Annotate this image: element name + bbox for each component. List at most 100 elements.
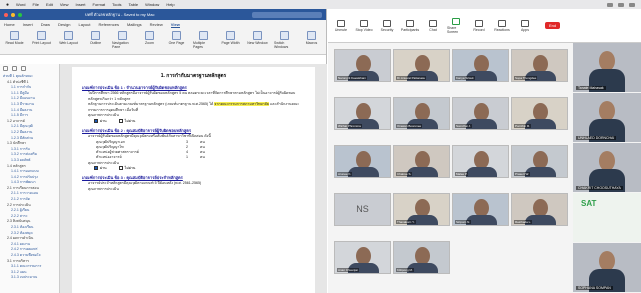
speaker-video[interactable]: Tanate Mahasak <box>573 43 641 92</box>
participant-tile[interactable]: Sopa Thongdee <box>511 49 568 82</box>
menu-table[interactable]: Table <box>129 2 139 7</box>
document-page[interactable]: 1. การกำกับมาตรฐานหลักสูตร เกณฑ์การประเม… <box>72 67 315 293</box>
participant-tile[interactable]: Arunee K. <box>334 145 391 178</box>
menu-help[interactable]: Help <box>166 2 174 7</box>
nav-heading-item[interactable]: 3.1.3 งบประมาณ <box>3 275 56 281</box>
participant-initials: NS <box>356 204 369 214</box>
checked-box-icon <box>94 119 98 124</box>
new-window-button[interactable]: New Window <box>247 31 268 45</box>
share-screen-button[interactable]: Share Screen <box>447 17 465 34</box>
search-field[interactable] <box>252 11 322 18</box>
participant-tile[interactable]: Orawan Boonmee <box>393 97 450 130</box>
speaker-video[interactable]: CHAKRIT CHOOSUTHAYA <box>573 143 641 192</box>
mute-button[interactable]: Unmute <box>332 19 350 32</box>
tab-mailings[interactable]: Mailings <box>127 22 142 27</box>
menu-window[interactable]: Window <box>145 2 159 7</box>
participant-name: Sopa Thongdee <box>514 76 538 80</box>
clock-icon[interactable] <box>629 2 635 7</box>
participant-tile[interactable]: Prasert W. <box>511 145 568 178</box>
reactions-button[interactable]: Reactions <box>493 19 511 32</box>
wifi-icon[interactable] <box>607 2 613 7</box>
battery-icon[interactable] <box>618 2 624 7</box>
chat-button[interactable]: Chat <box>424 19 442 32</box>
one-page-button[interactable]: One Page <box>166 31 187 45</box>
menu-word[interactable]: Word <box>16 2 25 7</box>
maximize-icon[interactable] <box>18 12 22 17</box>
page-width-icon <box>226 31 235 40</box>
menu-tools[interactable]: Tools <box>112 2 121 7</box>
pass-option[interactable]: ผ่าน <box>94 119 107 124</box>
fail-option[interactable]: ไม่ผ่าน <box>118 119 135 124</box>
thumbnails-view-icon[interactable] <box>12 66 17 71</box>
menu-view[interactable]: View <box>60 2 69 7</box>
participant-name: Narongrit Kaewkham <box>337 76 368 80</box>
tab-references[interactable]: References <box>99 22 119 27</box>
participant-tile[interactable]: Ratchada L. <box>511 193 568 226</box>
tab-view[interactable]: View <box>170 22 180 28</box>
participant-tile[interactable]: Thanakorn Y. <box>393 193 450 226</box>
speaker-avatar <box>599 51 615 71</box>
menu-file[interactable]: File <box>33 2 39 7</box>
video-button[interactable]: Stop Video <box>355 19 373 32</box>
web-layout-button[interactable]: Web Layout <box>58 31 79 45</box>
participant-tile[interactable]: Dr.Anuwat Pattanasu <box>393 49 450 82</box>
participant-tile[interactable]: Kanya Srisuk <box>452 49 509 82</box>
macros-button[interactable]: Macros <box>301 31 322 45</box>
fail-option[interactable]: ไม่ผ่าน <box>118 166 135 171</box>
search-icon[interactable] <box>21 66 26 71</box>
participant-tile[interactable]: Anan Chuenjai <box>334 241 391 274</box>
tab-draw[interactable]: Draw <box>41 22 50 27</box>
apple-icon[interactable]: ● <box>6 2 9 8</box>
participants-button[interactable]: Participants <box>401 19 419 32</box>
security-button[interactable]: Security <box>378 19 396 32</box>
tab-review[interactable]: Review <box>150 22 163 27</box>
print-layout-button[interactable]: Print Layout <box>31 31 52 45</box>
participant-tile[interactable]: Wichai Phromma <box>334 97 391 130</box>
close-icon[interactable] <box>4 12 8 17</box>
participant-tile[interactable]: Somchai J. <box>452 97 509 130</box>
menu-insert[interactable]: Insert <box>75 2 85 7</box>
participant-name: Somchai J. <box>455 124 472 128</box>
menu-edit[interactable]: Edit <box>46 2 53 7</box>
criterion-1-text: ในปีการศึกษา 2566 หลักสูตรมีอาจารย์ผู้รั… <box>88 91 296 101</box>
speaker-video[interactable]: SOPHANA SOMPAN <box>573 243 641 292</box>
end-meeting-button[interactable]: End <box>545 22 561 29</box>
tab-home[interactable]: Home <box>4 22 15 27</box>
evidence-text: หลักฐานการประเมินตามเกณฑ์มาตรฐานหลักสูตร… <box>88 102 305 113</box>
outline-button[interactable]: Outline <box>85 31 106 45</box>
tab-layout[interactable]: Layout <box>78 22 90 27</box>
page-width-button[interactable]: Page Width <box>220 31 241 45</box>
menu-format[interactable]: Format <box>93 2 106 7</box>
record-button[interactable]: Record <box>470 19 488 32</box>
navigation-pane-label: Navigation Pane <box>112 41 129 49</box>
switch-windows-icon <box>280 31 289 40</box>
tab-design[interactable]: Design <box>58 22 70 27</box>
pass-option[interactable]: ผ่าน <box>94 166 107 171</box>
participant-tile[interactable]: Pornthip R. <box>511 97 568 130</box>
tab-insert[interactable]: Insert <box>23 22 33 27</box>
qualification-list: คุณวุฒิปริญญาเอก 3 คน คุณวุฒิปริญญาโท 2 คน ตำแ… <box>82 140 305 161</box>
apps-button[interactable]: Apps <box>516 19 534 32</box>
minimize-icon[interactable] <box>11 12 15 17</box>
participant-tile[interactable]: Siriporn N. <box>452 193 509 226</box>
multiple-pages-button[interactable]: Multiple Pages <box>193 31 214 49</box>
participant-tile[interactable]: Malee P. <box>452 145 509 178</box>
read-mode-label: Read Mode <box>5 41 24 45</box>
participant-tile[interactable]: Kittipong M. <box>393 241 450 274</box>
switch-windows-button[interactable]: Switch Windows <box>274 31 295 49</box>
web-layout-label: Web Layout <box>59 41 78 45</box>
read-mode-button[interactable]: Read Mode <box>4 31 25 45</box>
zoom-toolbar: Unmute Stop Video Security Participants … <box>328 9 641 43</box>
speaker-video[interactable]: UNHLAED DORNCHAI <box>573 93 641 142</box>
zoom-button[interactable]: Zoom <box>139 31 160 45</box>
document-area[interactable]: 1. การกำกับมาตรฐานหลักสูตร เกณฑ์การประเม… <box>60 64 327 293</box>
ribbon-tabs: Home Insert Draw Design Layout Reference… <box>0 20 326 29</box>
evidence-highlight: จากคณะกรรมการสภามหาวิทยาลัย <box>214 102 269 107</box>
navigation-pane-button[interactable]: Navigation Pane <box>112 31 133 49</box>
speaker-video[interactable]: SAT <box>573 193 641 242</box>
participant-tile[interactable]: Chatree S. <box>393 145 450 178</box>
headings-view-icon[interactable] <box>3 66 8 71</box>
participant-tile[interactable]: NS <box>334 193 391 226</box>
participant-tile[interactable]: Narongrit Kaewkham <box>334 49 391 82</box>
speaker-name: UNHLAED DORNCHAI <box>576 136 617 140</box>
